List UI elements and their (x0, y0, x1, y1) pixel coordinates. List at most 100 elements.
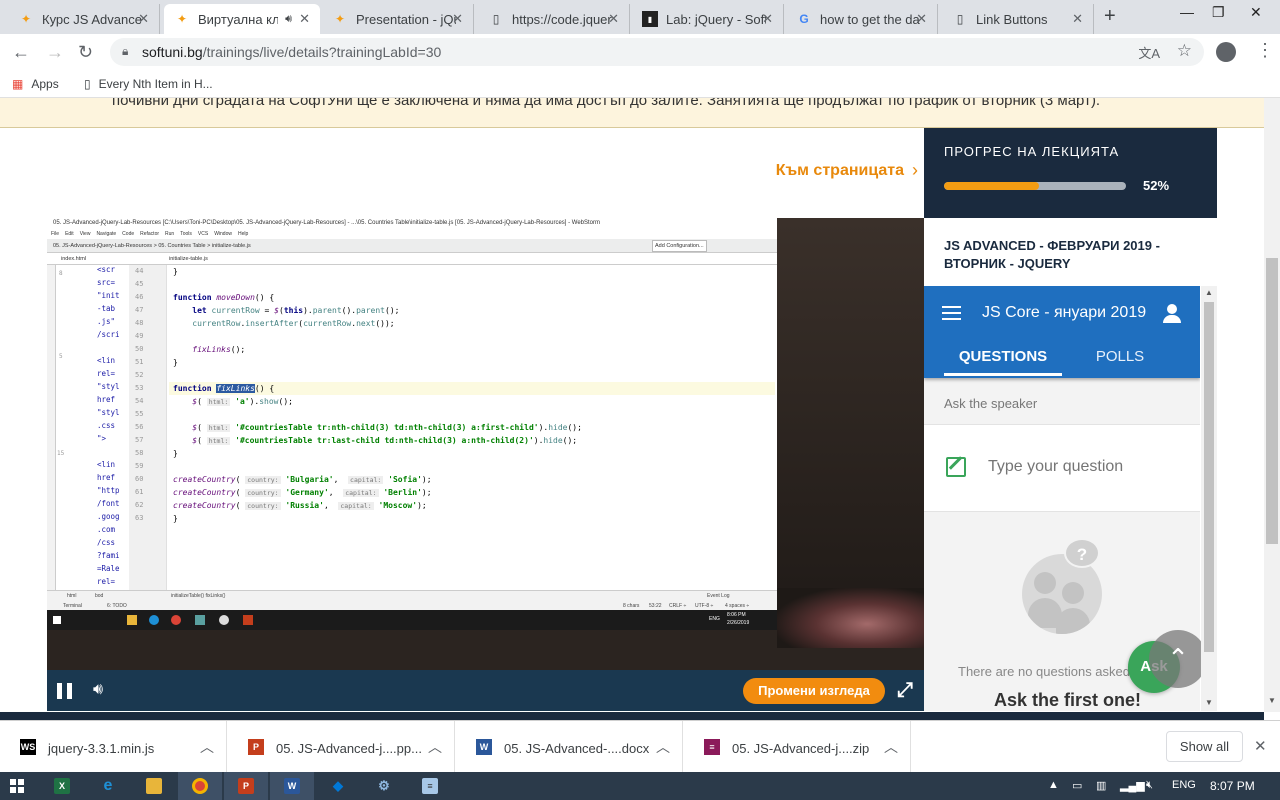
forward-button[interactable]: → (46, 42, 64, 63)
fullscreen-icon[interactable]: ⤢ (897, 679, 913, 702)
taskbar-network[interactable]: ⚙ (362, 772, 406, 800)
hamburger-menu-icon[interactable] (942, 306, 961, 324)
page-scrollbar[interactable]: ▼ (1264, 98, 1280, 712)
show-all-downloads-button[interactable]: Show all (1166, 731, 1243, 762)
browser-tab-strip: ✦ Курс JS Advanced - ... ✕ ✦ Виртуална к… (0, 0, 1280, 34)
close-icon[interactable]: ✕ (762, 11, 773, 27)
download-item[interactable]: P 05. JS-Advanced-j....pp... ︿ (228, 721, 455, 773)
question-box[interactable] (924, 424, 1200, 512)
restore-button[interactable]: ❐ (1212, 4, 1225, 21)
language-indicator[interactable]: ENG (1172, 779, 1196, 791)
pause-button[interactable] (57, 683, 73, 699)
signal-icon[interactable]: ▂▄▆ (1120, 779, 1145, 792)
taskbar-powerpoint[interactable]: P (224, 772, 268, 800)
google-icon: G (799, 12, 809, 26)
ide-code-editor: } function moveDown() { let currentRow =… (169, 265, 775, 590)
slido-header: JS Core - януари 2019 QUESTIONS POLLS (924, 286, 1200, 378)
slido-scrollbar[interactable]: ▲ ▼ (1201, 286, 1217, 711)
back-button[interactable]: ← (12, 42, 30, 63)
question-input[interactable] (988, 458, 1178, 476)
progress-bar (944, 182, 1126, 190)
reload-button[interactable]: ↻ (78, 42, 93, 63)
powerpoint-icon: P (248, 739, 264, 755)
webstorm-icon (195, 615, 205, 625)
close-icon[interactable]: ✕ (916, 11, 927, 27)
minimize-button[interactable]: — (1180, 4, 1194, 20)
chevron-up-icon[interactable]: ︿ (428, 737, 442, 757)
chrome-icon (192, 778, 208, 794)
profile-avatar[interactable] (1216, 42, 1236, 62)
video-player[interactable]: 05. JS-Advanced-jQuery-Lab-Resources [C:… (47, 218, 924, 711)
bookmark-star-icon[interactable]: ☆ (1177, 41, 1192, 61)
word-icon: W (476, 739, 492, 755)
download-item[interactable]: ≡ 05. JS-Advanced-j....zip ︿ (684, 721, 911, 773)
close-icon[interactable]: ✕ (138, 11, 149, 27)
windows-taskbar: X e P W ◆ ⚙ ≡ ▲ ▭ ▥ ▂▄▆ 🔇︎ ENG 8:07 PM (0, 772, 1280, 800)
taskbar-file-explorer[interactable] (132, 772, 176, 800)
ide-status-bar: html bod initializeTable() fixLinks() Te… (47, 590, 777, 610)
tab-questions[interactable]: QUESTIONS (944, 348, 1062, 376)
bookmark-apps[interactable]: ▦ Apps (12, 77, 59, 91)
change-view-button[interactable]: Промени изгледа (743, 678, 885, 704)
page-scrollbar-thumb[interactable] (1266, 258, 1278, 544)
tab-virtual-classroom[interactable]: ✦ Виртуална класна стая 🔊︎ ✕ (164, 4, 320, 34)
volume-icon[interactable]: 🔊︎ (93, 681, 103, 699)
browser-menu-icon[interactable]: ⋮ (1256, 40, 1274, 61)
tab-lab-jquery[interactable]: ▮ Lab: jQuery - SoftUni ✕ (632, 4, 784, 34)
chevron-right-icon: › (912, 160, 918, 180)
taskbar-chrome[interactable] (178, 772, 222, 800)
translate-icon[interactable]: 文A (1138, 43, 1160, 62)
audio-playing-icon[interactable]: 🔊︎ (285, 13, 292, 26)
download-item[interactable]: W 05. JS-Advanced-....docx ︿ (456, 721, 683, 773)
slido-scrollbar-thumb[interactable] (1204, 302, 1214, 652)
taskbar-word[interactable]: W (270, 772, 314, 800)
taskbar-notepad[interactable]: ≡ (408, 772, 452, 800)
url-host: softuni.bg (142, 44, 203, 60)
volume-muted-icon[interactable]: 🔇︎ (1146, 779, 1153, 792)
chevron-up-icon[interactable]: ︿ (884, 737, 898, 757)
windows-start-icon (53, 616, 61, 624)
chevron-up-icon[interactable]: ︿ (200, 737, 214, 757)
download-shelf: WS jquery-3.3.1.min.js ︿ P 05. JS-Advanc… (0, 720, 1280, 773)
progress-percent: 52% (1143, 178, 1170, 193)
tab-presentation-jquery[interactable]: ✦ Presentation - jQuery ✕ (322, 4, 474, 34)
shared-screen-webstorm: 05. JS-Advanced-jQuery-Lab-Resources [C:… (47, 218, 777, 630)
new-tab-button[interactable]: + (1104, 5, 1116, 28)
close-icon[interactable]: ✕ (452, 11, 463, 27)
network-tray-icon[interactable]: ▥ (1096, 779, 1106, 792)
tab-js-advanced-course[interactable]: ✦ Курс JS Advanced - ... ✕ (8, 4, 160, 34)
taskbar-ie[interactable]: e (86, 772, 130, 800)
battery-icon[interactable]: ▭ (1072, 779, 1082, 792)
chevron-up-icon[interactable]: ︿ (656, 737, 670, 757)
scroll-to-top-button[interactable]: ⌃ (1149, 630, 1207, 688)
taskbar-excel[interactable]: X (40, 772, 84, 800)
address-bar[interactable]: 🔒︎ softuni.bg/trainings/live/details?tra… (110, 38, 1204, 66)
softuni-icon: ✦ (334, 12, 346, 26)
edit-icon (946, 457, 966, 477)
tab-google-search[interactable]: G how to get the data ✕ (786, 4, 938, 34)
close-window-button[interactable]: ✕ (1250, 4, 1262, 21)
tab-link-buttons[interactable]: ▯ Link Buttons ✕ (942, 4, 1094, 34)
ide-file-tabs: index.html initialize-table.js (47, 253, 777, 265)
to-page-link[interactable]: Към страницата › (776, 160, 918, 181)
taskbar-vscode[interactable]: ◆ (316, 772, 360, 800)
lock-icon: 🔒︎ (122, 44, 129, 58)
network-icon: ⚙ (378, 778, 390, 793)
page-footer-strip (0, 712, 1264, 720)
bookmark-every-nth-item[interactable]: ▯ Every Nth Item in H... (84, 77, 213, 91)
user-icon[interactable] (1162, 304, 1182, 324)
show-hidden-icons[interactable]: ▲ (1048, 779, 1059, 791)
close-icon[interactable]: ✕ (1072, 11, 1083, 27)
tab-polls[interactable]: POLLS (1080, 348, 1160, 365)
clock[interactable]: 8:07 PM (1210, 779, 1255, 793)
close-icon[interactable]: ✕ (299, 11, 310, 27)
download-item[interactable]: WS jquery-3.3.1.min.js ︿ (0, 721, 227, 773)
close-icon[interactable]: ✕ (608, 11, 619, 27)
course-title: JS ADVANCED - ФЕВРУАРИ 2019 - ВТОРНИК - … (944, 238, 1160, 271)
tab-code-jquery[interactable]: ▯ https://code.jquery.com ✕ (478, 4, 630, 34)
ide-html-pane: <scr src= "init -tab .js"/scri <lin rel= "styl h… (97, 265, 120, 586)
classroom-background (777, 218, 924, 648)
close-download-shelf-icon[interactable]: ✕ (1254, 737, 1267, 755)
windows-start-icon[interactable] (10, 779, 24, 793)
ide-breadcrumb: 05. JS-Advanced-jQuery-Lab-Resources > 0… (47, 239, 777, 253)
